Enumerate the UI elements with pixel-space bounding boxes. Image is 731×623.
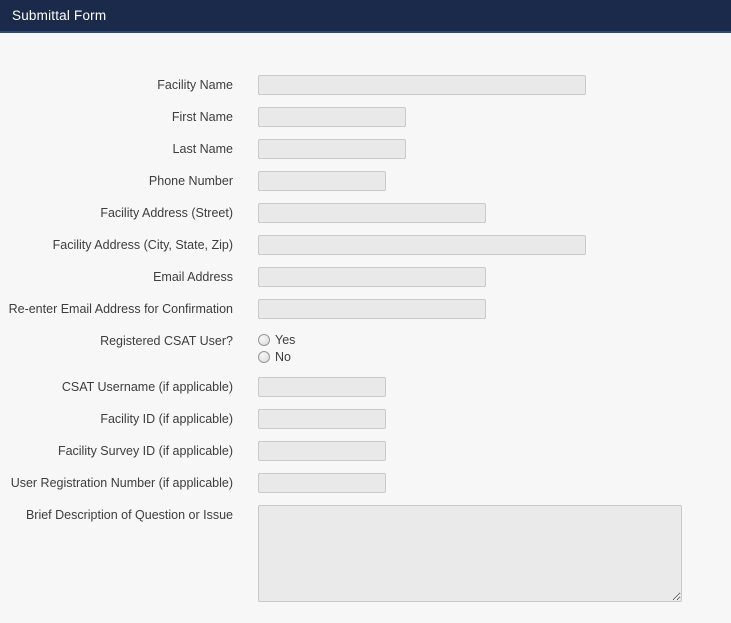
facility-address-city-state-zip-input[interactable]: [258, 235, 586, 255]
email-address-input[interactable]: [258, 267, 486, 287]
facility-address-street-label: Facility Address (Street): [100, 206, 233, 220]
radio-option-yes[interactable]: Yes: [258, 331, 295, 348]
registered-csat-user-radio-group: Yes No: [258, 331, 295, 365]
radio-option-no-label: No: [275, 349, 291, 364]
form-row-facility-name: Facility Name: [0, 75, 731, 95]
facility-survey-id-input[interactable]: [258, 441, 386, 461]
user-registration-number-input[interactable]: [258, 473, 386, 493]
facility-name-label: Facility Name: [157, 78, 233, 92]
radio-option-no[interactable]: No: [258, 348, 295, 365]
form-row-facility-survey-id: Facility Survey ID (if applicable): [0, 441, 731, 461]
form-row-phone-number: Phone Number: [0, 171, 731, 191]
form-row-facility-address-city-state-zip: Facility Address (City, State, Zip): [0, 235, 731, 255]
last-name-input[interactable]: [258, 139, 406, 159]
user-registration-number-label: User Registration Number (if applicable): [10, 476, 233, 490]
facility-name-input[interactable]: [258, 75, 586, 95]
first-name-label: First Name: [171, 110, 233, 124]
brief-description-label: Brief Description of Question or Issue: [25, 508, 233, 522]
radio-option-yes-label: Yes: [275, 332, 296, 347]
form-row-email-address: Email Address: [0, 267, 731, 287]
header-bar: Submittal Form: [0, 0, 731, 33]
phone-number-input[interactable]: [258, 171, 386, 191]
email-address-label: Email Address: [153, 270, 233, 284]
phone-number-label: Phone Number: [148, 174, 233, 188]
facility-address-street-input[interactable]: [258, 203, 486, 223]
form-row-csat-username: CSAT Username (if applicable): [0, 377, 731, 397]
facility-id-label: Facility ID (if applicable): [100, 412, 233, 426]
brief-description-textarea[interactable]: [258, 505, 682, 602]
form-row-facility-id: Facility ID (if applicable): [0, 409, 731, 429]
reenter-email-label: Re-enter Email Address for Confirmation: [8, 302, 233, 316]
form-row-last-name: Last Name: [0, 139, 731, 159]
form-row-registered-csat-user: Registered CSAT User? Yes No: [0, 331, 731, 365]
registered-csat-user-label: Registered CSAT User?: [100, 334, 233, 348]
csat-username-input[interactable]: [258, 377, 386, 397]
csat-username-label: CSAT Username (if applicable): [61, 380, 233, 394]
form-row-brief-description: Brief Description of Question or Issue: [0, 505, 731, 602]
form-row-user-registration-number: User Registration Number (if applicable): [0, 473, 731, 493]
form-row-reenter-email: Re-enter Email Address for Confirmation: [0, 299, 731, 319]
facility-survey-id-label: Facility Survey ID (if applicable): [57, 444, 233, 458]
page-title: Submittal Form: [12, 8, 107, 23]
facility-id-input[interactable]: [258, 409, 386, 429]
facility-address-city-state-zip-label: Facility Address (City, State, Zip): [52, 238, 233, 252]
first-name-input[interactable]: [258, 107, 406, 127]
form-row-first-name: First Name: [0, 107, 731, 127]
reenter-email-input[interactable]: [258, 299, 486, 319]
last-name-label: Last Name: [172, 142, 233, 156]
radio-button-icon[interactable]: [258, 333, 270, 346]
form-row-facility-address-street: Facility Address (Street): [0, 203, 731, 223]
submittal-form: Facility Name First Name Last Name Phone…: [0, 33, 731, 602]
radio-button-icon[interactable]: [258, 350, 270, 363]
